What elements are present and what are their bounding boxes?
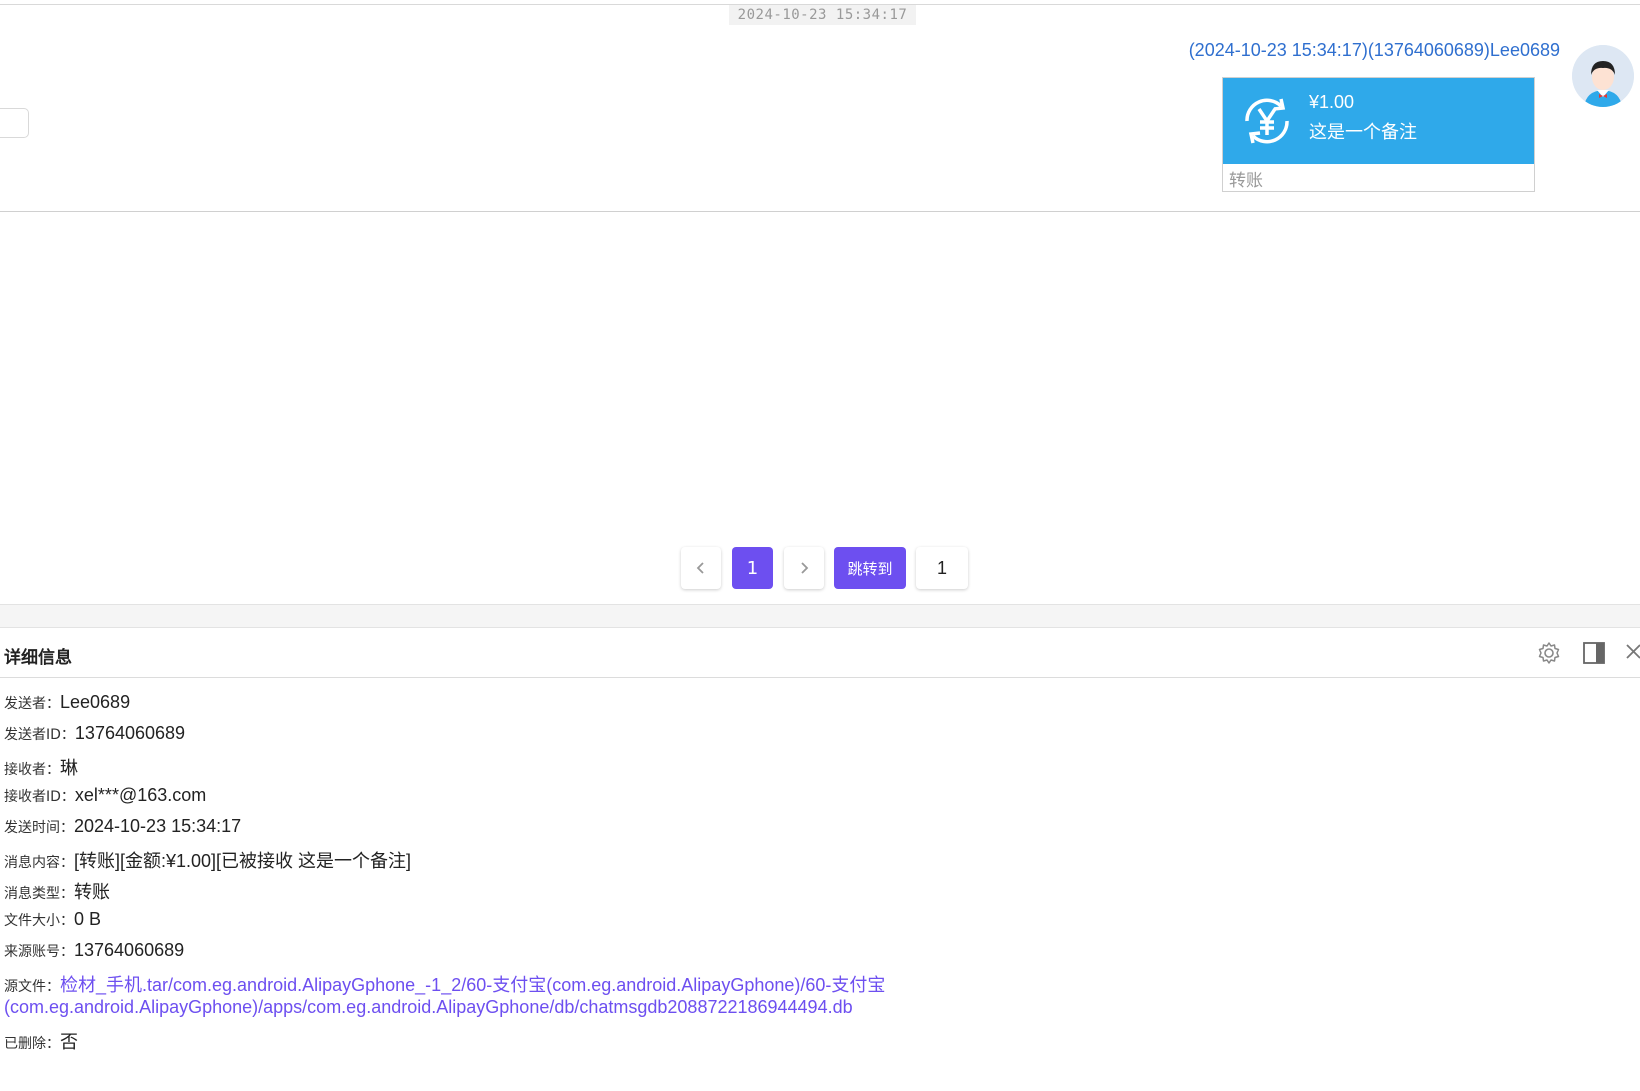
field-label: 接收者ID： [4,789,75,805]
field-label: 发送者： [4,696,60,712]
gear-icon [1538,642,1560,664]
jump-page-input[interactable]: 1 [916,547,968,589]
detail-row-source-file: 源文件：检材_手机.tar/com.eg.android.AlipayGphon… [4,971,885,997]
detail-row-file-size: 文件大小：0 B [4,909,101,930]
field-value: 琳 [60,758,78,778]
transfer-type-label: 转账 [1229,171,1263,191]
field-label: 文件大小： [4,913,74,929]
field-label: 消息类型： [4,886,74,902]
field-label: 源文件： [4,979,60,995]
incoming-message-stub[interactable] [0,108,29,138]
panel-splitter[interactable] [0,604,1640,628]
field-value: 否 [60,1032,78,1052]
chevron-left-icon [696,562,704,574]
transfer-message-bubble[interactable]: ¥1.00 这是一个备注 转账 [1222,77,1535,192]
transfer-card: ¥1.00 这是一个备注 [1223,78,1534,164]
divider [0,211,1640,212]
message-timestamp: 2024-10-23 15:34:17 [729,5,916,25]
field-label: 接收者： [4,762,60,778]
detail-row-receiver: 接收者：琳 [4,754,78,780]
field-label: 发送时间： [4,820,74,836]
field-value: 2024-10-23 15:34:17 [74,816,242,836]
field-value: Lee0689 [60,692,131,712]
detail-row-type: 消息类型：转账 [4,878,110,904]
transfer-remark: 这是一个备注 [1309,122,1417,143]
detail-panel-header: 详细信息 [0,628,1640,678]
source-file-link-cont[interactable]: (com.eg.android.AlipayGphone)/apps/com.e… [4,997,853,1017]
field-value: 0 B [74,909,102,929]
detail-panel-title: 详细信息 [4,648,72,668]
person-avatar-icon [1572,45,1634,107]
chevron-right-icon [801,562,809,574]
detail-row-sender: 发送者：Lee0689 [4,692,130,713]
detail-row-deleted: 已删除：否 [4,1028,78,1054]
close-icon [1626,644,1640,659]
field-value: 转账 [74,882,110,902]
page-1-button[interactable]: 1 [732,547,773,589]
detail-row-sender-id: 发送者ID：13764060689 [4,723,185,744]
settings-button[interactable] [1536,640,1562,666]
field-value: 13764060689 [74,723,186,743]
detail-row-receiver-id: 接收者ID：xel***@163.com [4,785,206,806]
transfer-yen-icon [1245,98,1289,144]
detail-row-send-time: 发送时间：2024-10-23 15:34:17 [4,816,241,837]
prev-page-button[interactable] [681,547,721,589]
field-label: 已删除： [4,1036,60,1052]
panel-toggle-icon [1583,642,1605,664]
field-value: xel***@163.com [74,785,207,805]
detail-row-content: 消息内容：[转账][金额:¥1.00][已被接收 这是一个备注] [4,847,411,873]
field-value: 13764060689 [74,940,185,960]
field-label: 消息内容： [4,855,74,871]
jump-to-button[interactable]: 跳转到 [834,547,906,589]
detail-row-source-file-cont: (com.eg.android.AlipayGphone)/apps/com.e… [4,997,853,1018]
chat-area: 2024-10-23 15:34:17 (2024-10-23 15:34:17… [0,0,1640,604]
field-label: 发送者ID： [4,727,75,743]
avatar[interactable] [1572,45,1634,107]
sender-line: (2024-10-23 15:34:17)(13764060689)Lee068… [1188,40,1560,60]
source-file-link[interactable]: 检材_手机.tar/com.eg.android.AlipayGphone_-1… [60,975,885,995]
detail-row-source-account: 来源账号：13764060689 [4,940,184,961]
field-value: [转账][金额:¥1.00][已被接收 这是一个备注] [74,851,412,871]
next-page-button[interactable] [784,547,824,589]
close-panel-button[interactable] [1624,640,1640,666]
field-label: 来源账号： [4,944,74,960]
transfer-amount: ¥1.00 [1309,92,1355,112]
toggle-panel-button[interactable] [1581,640,1607,666]
